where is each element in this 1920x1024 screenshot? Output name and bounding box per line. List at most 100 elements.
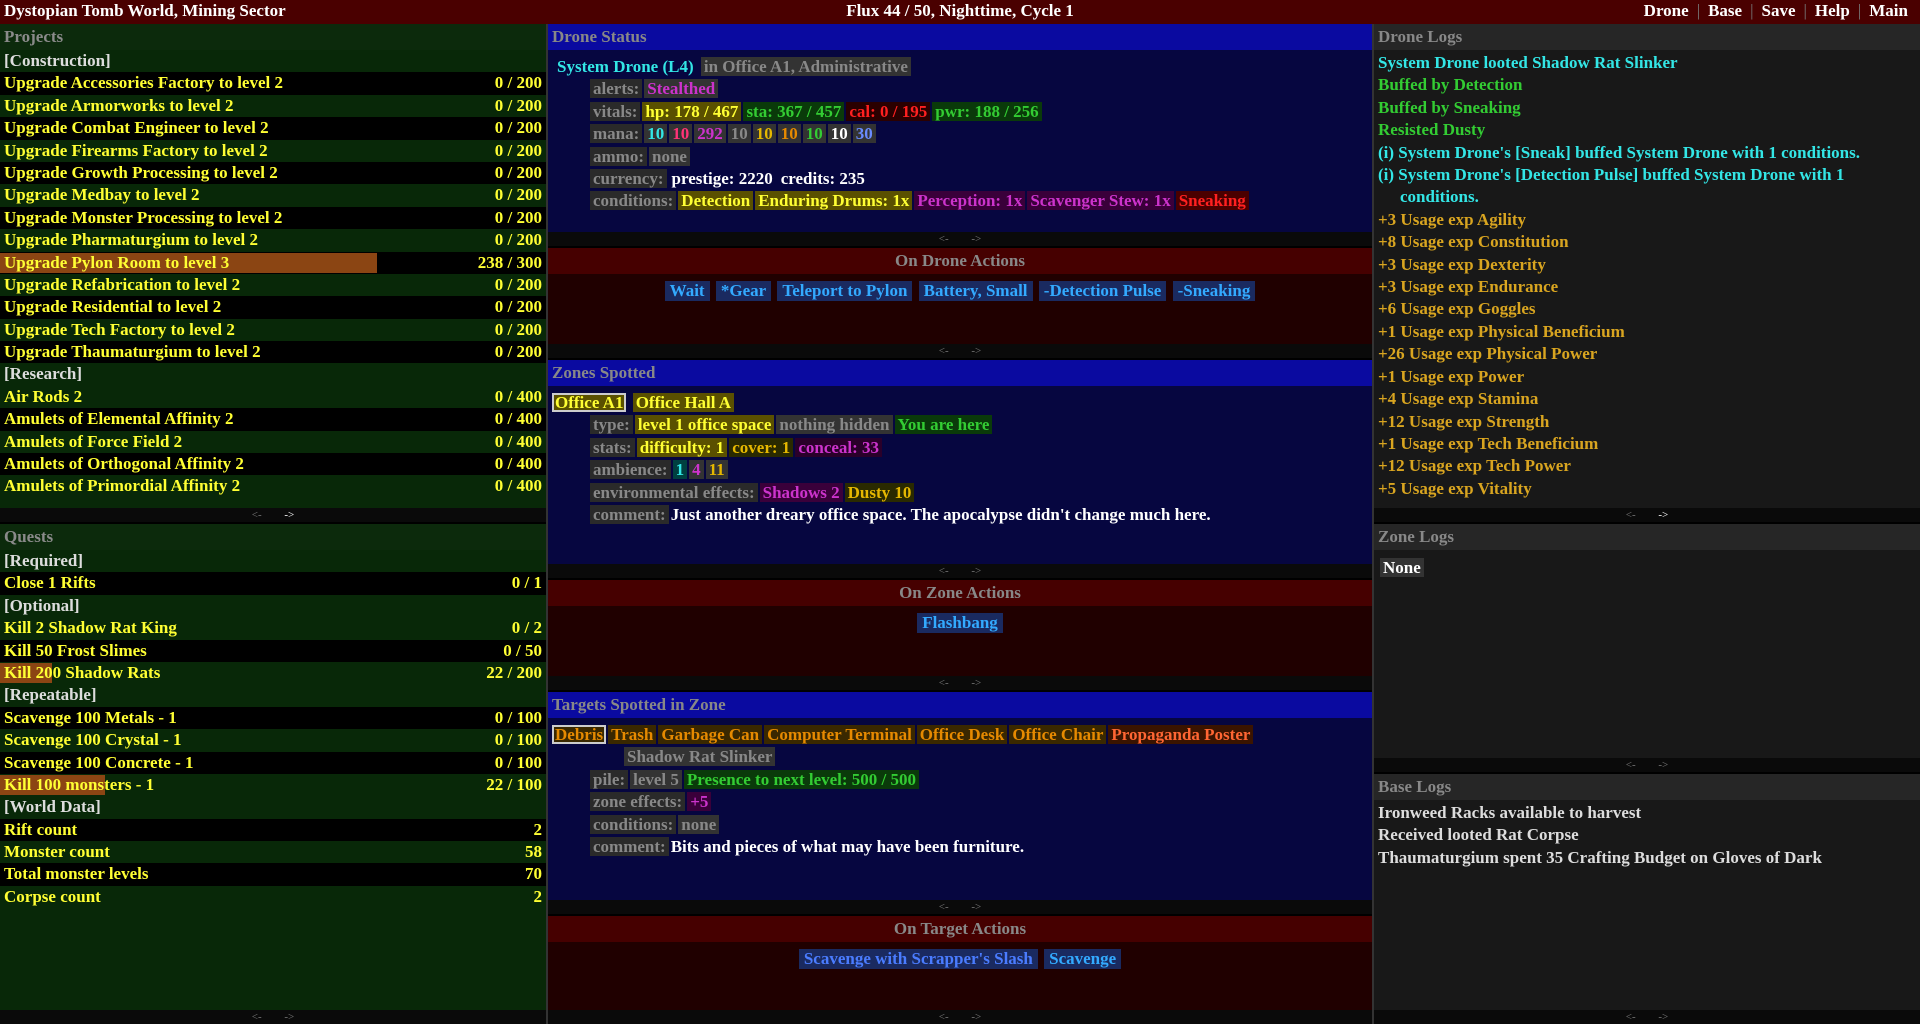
pager-prev[interactable]: <- [939,345,949,357]
drone-status-pager: <- -> [548,232,1372,246]
pager-next[interactable]: -> [971,677,981,689]
list-item[interactable]: Kill 2 Shadow Rat King 0 / 2 [0,617,546,639]
action-wait-button[interactable]: Wait [664,281,710,301]
item-name: Rift count [4,819,78,839]
pager-prev[interactable]: <- [939,233,949,245]
pager-prev[interactable]: <- [939,1011,949,1023]
condition-badge[interactable]: Scavenger Stew: 1x [1027,191,1174,211]
zone-here: You are here [894,415,993,435]
pager-next[interactable]: -> [284,509,294,521]
action-detection-pulse-button[interactable]: -Detection Pulse [1038,281,1167,301]
target-tab[interactable]: Propaganda Poster [1108,725,1254,744]
nav-help[interactable]: Help [1807,1,1858,21]
list-item[interactable]: Rift count 2 [0,818,546,842]
list-item[interactable]: Upgrade Thaumaturgium to level 2 0 / 200 [0,341,546,364]
list-item[interactable]: Monster count 58 [0,841,546,863]
list-item[interactable]: Upgrade Pharmaturgium to level 2 0 / 200 [0,229,546,251]
pager-prev[interactable]: <- [939,677,949,689]
list-item[interactable]: Upgrade Accessories Factory to level 2 0 … [0,72,546,95]
list-item[interactable]: Amulets of Primordial Affinity 2 0 / 400 [0,475,546,497]
nav-drone[interactable]: Drone [1636,1,1697,21]
target-tab[interactable]: Shadow Rat Slinker [624,747,776,767]
nav-save[interactable]: Save [1754,1,1804,21]
pager-prev[interactable]: <- [939,565,949,577]
nav-main[interactable]: Main [1861,1,1916,21]
list-item[interactable]: Upgrade Medbay to level 2 0 / 200 [0,184,546,206]
list-item[interactable]: Scavenge 100 Metals - 1 0 / 100 [0,706,546,730]
zone-effects-value: +5 [687,792,712,812]
target-tab[interactable]: Debris [552,725,607,744]
action-teleport-button[interactable]: Teleport to Pylon [777,281,913,301]
pager-next[interactable]: -> [971,1011,981,1023]
item-value: 0 / 100 [494,730,542,750]
pager-prev[interactable]: <- [1626,1011,1636,1023]
mana-value: 292 [694,124,726,144]
list-item[interactable]: Upgrade Tech Factory to level 2 0 / 200 [0,319,546,341]
pager-prev[interactable]: <- [252,1011,262,1023]
pager-next[interactable]: -> [1658,509,1668,521]
pager-next[interactable]: -> [971,565,981,577]
list-item[interactable]: Upgrade Pylon Room to level 3 238 / 300 [0,251,546,274]
section-label: [Repeatable] [4,685,97,705]
list-item[interactable]: Close 1 Rifts 0 / 1 [0,572,546,595]
target-tab[interactable]: Computer Terminal [764,725,915,744]
list-item[interactable]: Kill 100 monsters - 1 22 / 100 [0,774,546,796]
list-item[interactable]: Kill 50 Frost Slimes 0 / 50 [0,639,546,662]
target-level: level 5 [630,769,682,789]
zone-tab[interactable]: Office Hall A [632,393,735,412]
action-scavenge-button[interactable]: Scavenge [1044,949,1122,969]
action-flashbang-button[interactable]: Flashbang [917,613,1003,633]
list-item[interactable]: Amulets of Force Field 2 0 / 400 [0,431,546,453]
condition-badge[interactable]: Perception: 1x [914,191,1026,211]
item-value: 0 / 200 [494,230,542,250]
condition-badge[interactable]: Detection [678,191,754,211]
pager-next[interactable]: -> [971,233,981,245]
list-item[interactable]: Amulets of Elemental Affinity 2 0 / 400 [0,408,546,431]
pager-prev[interactable]: <- [1626,759,1636,771]
list-item[interactable]: Total monster levels 70 [0,863,546,886]
zone-logs-title: Zone Logs [1374,524,1920,550]
nav-base[interactable]: Base [1700,1,1750,21]
target-tab[interactable]: Office Chair [1009,725,1107,744]
item-name: Kill 100 monsters - 1 [4,774,155,794]
item-name: Monster count [4,842,110,862]
item-value: 0 / 200 [494,73,542,93]
pager-prev[interactable]: <- [252,509,262,521]
list-item[interactable]: Upgrade Monster Processing to level 2 0 /… [0,206,546,230]
target-tab[interactable]: Office Desk [916,725,1008,744]
list-item[interactable]: Upgrade Residential to level 2 0 / 200 [0,296,546,319]
pager-next[interactable]: -> [1658,759,1668,771]
action-battery-button[interactable]: Battery, Small [918,281,1033,301]
stats-label: stats: [590,437,635,457]
zone-tab[interactable]: Office A1 [552,393,627,412]
item-value: 0 / 200 [494,274,542,294]
list-item[interactable]: Amulets of Orthogonal Affinity 2 0 / 400 [0,453,546,476]
list-item[interactable]: Scavenge 100 Crystal - 1 0 / 100 [0,729,546,751]
list-item[interactable]: Upgrade Growth Processing to level 2 0 / … [0,161,546,185]
action-gear-button[interactable]: *Gear [715,281,772,301]
pager-prev[interactable]: <- [939,901,949,913]
list-item[interactable]: Upgrade Refabrication to level 2 0 / 200 [0,274,546,296]
target-tab[interactable]: Garbage Can [658,725,763,744]
list-item[interactable]: Upgrade Armorworks to level 2 0 / 200 [0,95,546,117]
list-item[interactable]: Scavenge 100 Concrete - 1 0 / 100 [0,751,546,774]
list-item[interactable]: Air Rods 2 0 / 400 [0,386,546,408]
drone-actions-panel: On Drone Actions Wait *Gear Teleport to … [548,248,1372,358]
list-item[interactable]: Upgrade Combat Engineer to level 2 0 / 20… [0,117,546,140]
item-value: 22 / 100 [486,774,542,794]
item-name: Amulets of Orthogonal Affinity 2 [4,454,244,474]
pager-next[interactable]: -> [971,901,981,913]
pager-next[interactable]: -> [284,1011,294,1023]
condition-badge[interactable]: Enduring Drums: 1x [755,191,913,211]
pager-prev[interactable]: <- [1626,509,1636,521]
condition-badge[interactable]: Sneaking [1175,191,1249,211]
list-item[interactable]: Kill 200 Shadow Rats 22 / 200 [0,662,546,684]
action-sneaking-button[interactable]: -Sneaking [1172,281,1256,301]
drone-name[interactable]: System Drone (L4) [554,57,697,76]
pager-next[interactable]: -> [971,345,981,357]
pager-next[interactable]: -> [1658,1011,1668,1023]
action-scrapper-slash-button[interactable]: Scavenge with Scrapper's Slash [798,949,1038,969]
list-item[interactable]: Corpse count 2 [0,886,546,908]
target-tab[interactable]: Trash [608,725,657,744]
list-item[interactable]: Upgrade Firearms Factory to level 2 0 / 2… [0,140,546,162]
